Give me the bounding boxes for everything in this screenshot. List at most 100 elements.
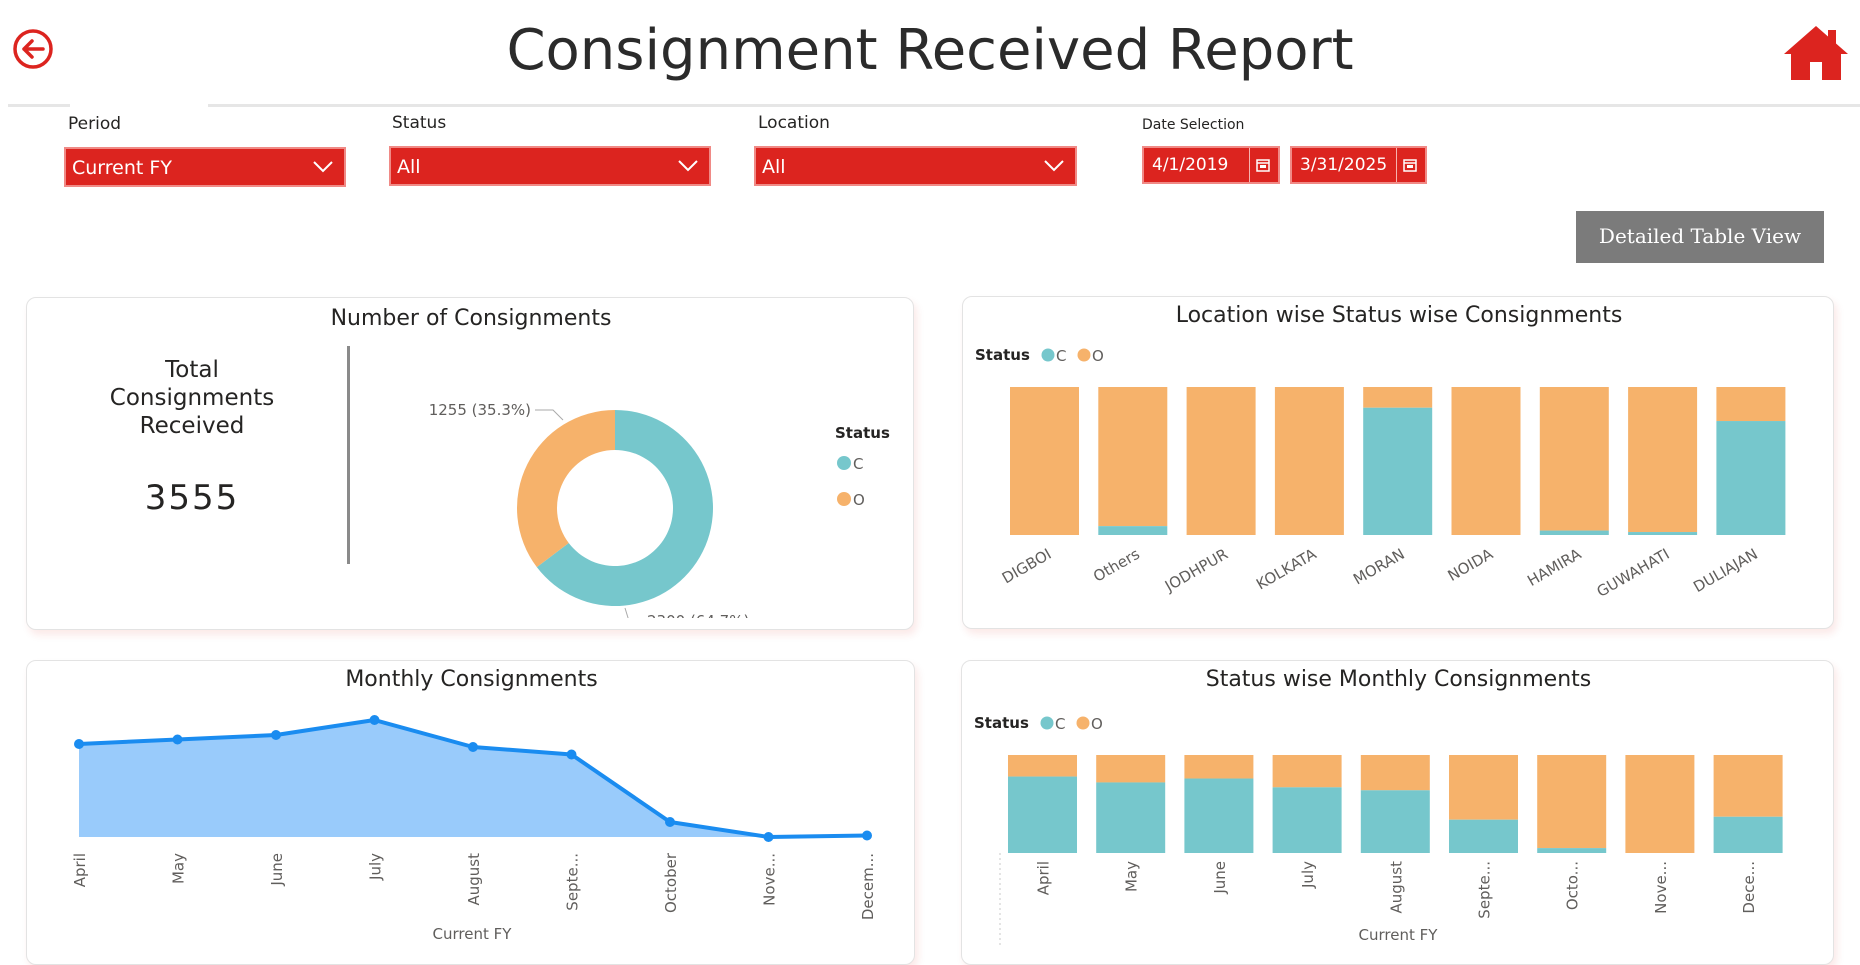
x-tick-label: June	[268, 853, 286, 887]
period-dropdown[interactable]: Current FY	[64, 147, 346, 187]
location-dropdown[interactable]: All	[754, 146, 1077, 186]
chevron-down-icon	[313, 161, 333, 173]
end-date-value: 3/31/2025	[1300, 155, 1388, 175]
bar-c-6	[1537, 848, 1607, 853]
x-tick-label: DIGBOI	[999, 545, 1055, 588]
x-tick-label: August	[465, 853, 483, 906]
monthly-consignments-card: Monthly Consignments April May June July Aug…	[26, 660, 915, 965]
start-date-input[interactable]: 4/1/2019	[1142, 146, 1280, 184]
bar-c-8	[1713, 816, 1783, 853]
donut-label-o: 1255 (35.3%)	[429, 401, 531, 419]
x-tick-label: Nove...	[1652, 861, 1670, 914]
x-tick-label: JODHPUR	[1161, 545, 1231, 596]
legend-label-o: O	[1092, 347, 1104, 365]
x-tick-label: Dece...	[1740, 861, 1758, 914]
header-divider	[8, 104, 1860, 107]
bar-c-guwahati	[1628, 532, 1698, 535]
kpi-value: 3555	[144, 478, 240, 518]
x-tick-label: Others	[1090, 545, 1143, 586]
legend-marker-c	[837, 456, 851, 470]
status-monthly-stacked-bar-chart: Status C O April May June July August Septe... Oc…	[974, 714, 1783, 946]
x-tick-label: KOLKATA	[1253, 545, 1320, 594]
legend-title: Status	[975, 346, 1030, 364]
x-tick-label: July	[367, 853, 385, 881]
x-tick-label: MORAN	[1350, 545, 1408, 589]
legend-label-o: O	[853, 491, 865, 509]
location-label: Location	[758, 113, 830, 133]
data-point	[862, 830, 872, 841]
legend-title: Status	[974, 714, 1029, 732]
period-value: Current FY	[72, 157, 172, 179]
bar-c-0	[1008, 776, 1077, 853]
data-point	[271, 730, 281, 740]
x-tick-label: October	[662, 852, 680, 913]
x-tick-label: May	[170, 853, 188, 884]
x-tick-label: NOIDA	[1445, 545, 1497, 585]
data-point	[566, 749, 577, 760]
status-label: Status	[392, 113, 447, 133]
x-tick-label: GUWAHATI	[1594, 545, 1673, 601]
x-tick-label: Decem...	[859, 853, 877, 920]
detailed-table-view-button[interactable]: Detailed Table View	[1576, 211, 1824, 263]
bar-c-2	[1184, 778, 1254, 853]
card-title: Location wise Status wise Consignments	[1175, 303, 1623, 328]
x-tick-label: July	[1299, 861, 1317, 889]
data-point	[763, 832, 774, 842]
legend-marker-o	[837, 492, 851, 506]
bar-o-7	[1625, 755, 1695, 853]
bar-o-others	[1098, 387, 1168, 527]
bar-o-6	[1537, 755, 1607, 849]
bar-o-kolkata	[1274, 387, 1344, 535]
bar-o-noida	[1451, 387, 1521, 535]
x-tick-label: June	[1211, 861, 1229, 895]
bar-o-1	[1096, 755, 1166, 783]
period-label: Period	[68, 114, 122, 134]
bar-c-others	[1098, 526, 1168, 535]
bar-o-jodhpur	[1186, 387, 1256, 535]
data-point	[369, 715, 380, 725]
bar-o-8	[1713, 755, 1783, 817]
bar-o-hamira	[1539, 387, 1609, 531]
bar-c-moran	[1363, 407, 1433, 535]
donut-label-c: 2300 (64.7%)	[647, 612, 749, 618]
legend-label-c: C	[1056, 347, 1066, 365]
x-tick-label: April	[71, 853, 89, 887]
data-point	[172, 734, 183, 745]
bar-o-5	[1449, 755, 1518, 820]
donut-chart: 2300 (64.7%) 1255 (35.3%) Status CO	[429, 401, 890, 618]
legend-title: Status	[835, 424, 890, 442]
bar-c-4	[1360, 790, 1430, 853]
legend-label-c: C	[1055, 715, 1065, 733]
x-tick-label: Nove...	[761, 853, 779, 906]
data-point	[468, 742, 478, 752]
start-date-value: 4/1/2019	[1152, 155, 1229, 175]
bar-c-hamira	[1539, 530, 1609, 535]
chevron-down-icon	[1044, 160, 1064, 172]
x-axis-title: Current FY	[433, 925, 513, 943]
bar-c-3	[1272, 787, 1342, 853]
donut-leader-c	[624, 607, 629, 618]
page-title: Consignment Received Report	[506, 18, 1354, 83]
bar-o-3	[1272, 755, 1342, 788]
kpi-label: Total Consignments Received	[109, 357, 275, 439]
bar-o-digboi	[1010, 387, 1079, 535]
x-tick-label: Octo...	[1564, 861, 1582, 910]
location-stacked-bar-chart: Status C O DIGBOI Others JODHPUR KOLKATA MORAN N…	[975, 346, 1786, 601]
calendar-icon[interactable]	[1402, 157, 1418, 173]
data-point	[665, 817, 675, 827]
bar-c-duliajan	[1716, 421, 1786, 535]
x-tick-label: August	[1387, 861, 1405, 914]
x-axis-title: Current FY	[1359, 926, 1439, 944]
end-date-input[interactable]: 3/31/2025	[1290, 146, 1427, 184]
bar-o-4	[1360, 755, 1430, 791]
bar-c-1	[1096, 782, 1166, 853]
legend-marker-c	[1041, 348, 1055, 362]
calendar-icon[interactable]	[1255, 157, 1271, 173]
data-point	[74, 739, 84, 749]
bar-o-guwahati	[1628, 387, 1698, 533]
x-tick-label: Septe...	[1476, 861, 1494, 919]
legend-label-o: O	[1091, 715, 1103, 733]
chevron-down-icon	[678, 160, 698, 172]
status-dropdown[interactable]: All	[389, 146, 711, 186]
home-button[interactable]	[1782, 22, 1850, 84]
